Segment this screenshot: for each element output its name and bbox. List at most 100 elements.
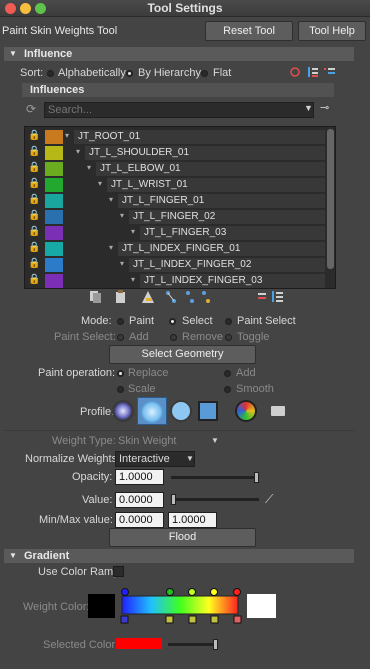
lock-icon[interactable]: 🔒 bbox=[28, 178, 40, 189]
tool-help-button[interactable]: Tool Help bbox=[298, 21, 366, 41]
expand-arrow-icon[interactable]: ▾ bbox=[76, 147, 80, 156]
lock-icon[interactable]: 🔒 bbox=[28, 226, 40, 237]
selected-color-slider-knob[interactable] bbox=[213, 639, 218, 650]
joint-name[interactable]: JT_L_INDEX_FINGER_02 bbox=[129, 258, 325, 272]
profile-solid-icon[interactable] bbox=[170, 400, 192, 422]
reset-tool-button[interactable]: Reset Tool bbox=[205, 21, 293, 41]
tree-row[interactable]: 🔒 ▾ JT_L_INDEX_FINGER_02 bbox=[25, 257, 327, 273]
tree-scrollbar[interactable] bbox=[327, 129, 334, 269]
joint-color-swatch[interactable] bbox=[45, 178, 63, 192]
paint-select-add-radio[interactable] bbox=[117, 334, 124, 341]
tree-row[interactable]: 🔒 ▾ JT_L_INDEX_FINGER_03 bbox=[25, 273, 327, 288]
profile-custom-brush-icon[interactable] bbox=[235, 400, 257, 422]
weight-color-min-swatch[interactable] bbox=[88, 594, 115, 618]
paint-select-toggle-radio[interactable] bbox=[225, 334, 232, 341]
pin-icon[interactable]: ⊸ bbox=[320, 101, 329, 114]
paint-select-remove-radio[interactable] bbox=[170, 334, 177, 341]
sort-flat-radio[interactable] bbox=[201, 70, 208, 77]
eyedropper-icon[interactable]: ⟋ bbox=[265, 492, 273, 507]
max-value-field[interactable]: 1.0000 bbox=[168, 512, 217, 528]
joint-name[interactable]: JT_L_INDEX_FINGER_01 bbox=[118, 242, 325, 256]
joint-name[interactable]: JT_L_WRIST_01 bbox=[107, 178, 325, 192]
expand-arrow-icon[interactable]: ▾ bbox=[65, 131, 69, 140]
joint-color-swatch[interactable] bbox=[45, 194, 63, 208]
selected-color-swatch[interactable] bbox=[116, 638, 162, 649]
joint-name[interactable]: JT_L_FINGER_03 bbox=[140, 226, 325, 240]
joint-name[interactable]: JT_L_INDEX_FINGER_03 bbox=[140, 274, 325, 288]
sort-by-hierarchy-radio[interactable] bbox=[126, 70, 133, 77]
operation-replace-radio[interactable] bbox=[117, 370, 124, 377]
influence-tree[interactable]: 🔒 ▾ JT_ROOT_01 🔒 ▾ JT_L_SHOULDER_01 🔒 ▾ JT_L_ELB… bbox=[24, 126, 336, 289]
tree-row[interactable]: 🔒 ▾ JT_L_SHOULDER_01 bbox=[25, 145, 327, 161]
operation-scale-radio[interactable] bbox=[117, 386, 124, 393]
tree-row[interactable]: 🔒 ▾ JT_L_FINGER_01 bbox=[25, 193, 327, 209]
influence-toolbar-icons[interactable] bbox=[290, 66, 350, 78]
joint-color-swatch[interactable] bbox=[45, 274, 63, 288]
tree-action-icons[interactable] bbox=[88, 289, 298, 305]
expand-arrow-icon[interactable]: ▾ bbox=[131, 275, 135, 284]
value-field[interactable]: 0.0000 bbox=[115, 492, 164, 508]
min-value-field[interactable]: 0.0000 bbox=[115, 512, 164, 528]
influence-section-header[interactable]: ▼ Influence bbox=[4, 47, 354, 61]
sort-alphabetically-radio[interactable] bbox=[47, 70, 54, 77]
lock-icon[interactable]: 🔒 bbox=[28, 146, 40, 157]
profile-soft-selected[interactable] bbox=[137, 397, 167, 425]
joint-name[interactable]: JT_L_ELBOW_01 bbox=[96, 162, 325, 176]
joint-color-swatch[interactable] bbox=[45, 226, 63, 240]
sync-icon[interactable]: ⟳ bbox=[26, 102, 36, 116]
lock-icon[interactable]: 🔒 bbox=[28, 210, 40, 221]
normalize-chevron-icon[interactable]: ▼ bbox=[186, 454, 194, 463]
expand-arrow-icon[interactable]: ▾ bbox=[131, 227, 135, 236]
tree-row[interactable]: 🔒 ▾ JT_L_FINGER_02 bbox=[25, 209, 327, 225]
tree-row[interactable]: 🔒 ▾ JT_L_INDEX_FINGER_01 bbox=[25, 241, 327, 257]
joint-name[interactable]: JT_L_FINGER_01 bbox=[118, 194, 325, 208]
tree-row[interactable]: 🔒 ▾ JT_ROOT_01 bbox=[25, 129, 327, 145]
lock-icon[interactable]: 🔒 bbox=[28, 194, 40, 205]
weight-type-chevron-icon[interactable]: ▼ bbox=[211, 436, 219, 445]
expand-arrow-icon[interactable]: ▾ bbox=[98, 179, 102, 188]
mode-paint-radio[interactable] bbox=[117, 318, 124, 325]
profile-gaussian-icon[interactable] bbox=[112, 400, 134, 422]
operation-add-radio[interactable] bbox=[224, 370, 231, 377]
value-slider-knob[interactable] bbox=[171, 494, 176, 505]
weight-type-dropdown[interactable]: Skin Weight bbox=[118, 435, 177, 447]
value-slider-track[interactable] bbox=[171, 498, 259, 501]
tree-row[interactable]: 🔒 ▾ JT_L_ELBOW_01 bbox=[25, 161, 327, 177]
joint-color-swatch[interactable] bbox=[45, 210, 63, 224]
joint-color-swatch[interactable] bbox=[45, 162, 63, 176]
selected-color-slider[interactable] bbox=[168, 643, 218, 646]
joint-color-swatch[interactable] bbox=[45, 242, 63, 256]
operation-smooth-radio[interactable] bbox=[224, 386, 231, 393]
joint-color-swatch[interactable] bbox=[45, 130, 63, 144]
expand-arrow-icon[interactable]: ▾ bbox=[109, 243, 113, 252]
lock-icon[interactable]: 🔒 bbox=[28, 258, 40, 269]
search-dropdown-chevron-icon[interactable]: ▼ bbox=[304, 103, 313, 113]
expand-arrow-icon[interactable]: ▾ bbox=[120, 211, 124, 220]
use-color-ramp-checkbox[interactable] bbox=[113, 566, 124, 577]
tree-row[interactable]: 🔒 ▾ JT_L_WRIST_01 bbox=[25, 177, 327, 193]
weight-color-max-swatch[interactable] bbox=[247, 594, 276, 618]
joint-name[interactable]: JT_ROOT_01 bbox=[74, 130, 325, 144]
joint-name[interactable]: JT_L_FINGER_02 bbox=[129, 210, 325, 224]
lock-icon[interactable]: 🔒 bbox=[28, 242, 40, 253]
opacity-field[interactable]: 1.0000 bbox=[115, 469, 164, 485]
lock-icon[interactable]: 🔒 bbox=[28, 274, 40, 285]
lock-icon[interactable]: 🔒 bbox=[28, 130, 40, 141]
gradient-section-header[interactable]: ▼ Gradient bbox=[4, 549, 354, 563]
influence-search-input[interactable] bbox=[44, 102, 314, 118]
lock-icon[interactable]: 🔒 bbox=[28, 162, 40, 173]
joint-color-swatch[interactable] bbox=[45, 146, 63, 160]
weight-color-ramp[interactable] bbox=[118, 586, 244, 626]
expand-arrow-icon[interactable]: ▾ bbox=[87, 163, 91, 172]
joint-name[interactable]: JT_L_SHOULDER_01 bbox=[85, 146, 325, 160]
select-geometry-button[interactable]: Select Geometry bbox=[109, 345, 256, 364]
tree-row[interactable]: 🔒 ▾ JT_L_FINGER_03 bbox=[25, 225, 327, 241]
opacity-slider-track[interactable] bbox=[171, 476, 259, 479]
mode-paint-select-radio[interactable] bbox=[225, 318, 232, 325]
folder-icon[interactable] bbox=[271, 406, 285, 416]
mode-select-radio[interactable] bbox=[169, 318, 176, 325]
normalize-weights-dropdown[interactable]: Interactive bbox=[115, 451, 195, 467]
profile-square-icon[interactable] bbox=[198, 401, 218, 421]
expand-arrow-icon[interactable]: ▾ bbox=[120, 259, 124, 268]
opacity-slider-knob[interactable] bbox=[254, 472, 259, 483]
